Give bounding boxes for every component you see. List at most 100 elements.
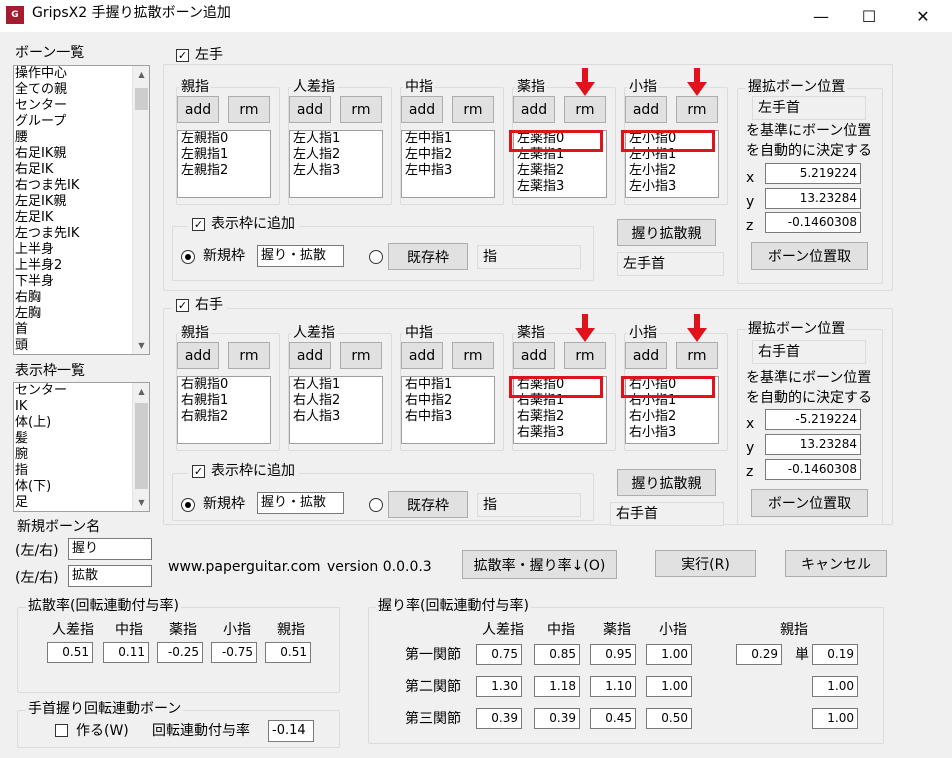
bone-list-item[interactable]: 上半身2 — [14, 258, 131, 274]
grip-rate-thumb-single-input[interactable]: 0.19 — [812, 644, 858, 665]
right-hand-checkbox[interactable]: ✓ — [176, 298, 189, 312]
grip-rate-input[interactable]: 0.95 — [590, 644, 636, 665]
bone-list-item[interactable]: 右つま先IK — [14, 178, 131, 194]
bone-list-item[interactable]: センター — [14, 98, 131, 114]
left-rm-button[interactable]: rm — [676, 96, 718, 123]
grip-rate-input[interactable]: 0.50 — [646, 708, 692, 729]
right-y-input[interactable]: 13.23284 — [765, 434, 861, 455]
right-finger-bone-item[interactable]: 右薬指2 — [514, 409, 606, 425]
bone-list-item[interactable]: 頭 — [14, 338, 131, 354]
left-finger-bone-item[interactable]: 左親指1 — [178, 147, 270, 163]
right-finger-bone-item[interactable]: 右中指2 — [402, 393, 494, 409]
right-finger-bone-item[interactable]: 右薬指3 — [514, 425, 606, 441]
left-grip-parent-button[interactable]: 握り拡散親 — [617, 219, 716, 246]
bone-list-item[interactable]: 右胸 — [14, 290, 131, 306]
right-add-button[interactable]: add — [513, 342, 555, 369]
right-finger-bone-item[interactable]: 右小指2 — [626, 409, 718, 425]
grip-rate-input[interactable]: 0.45 — [590, 708, 636, 729]
grip-rate-input[interactable]: 0.39 — [534, 708, 580, 729]
right-add-button[interactable]: add — [177, 342, 219, 369]
grip-rate-thumb-single-input[interactable]: 1.00 — [812, 676, 858, 697]
left-add-button[interactable]: add — [401, 96, 443, 123]
right-finger-bone-item[interactable]: 右親指2 — [178, 409, 270, 425]
grip-rate-input[interactable]: 1.00 — [646, 676, 692, 697]
frame-list[interactable]: センター IK 体(上) 髪腕指体(下) 足 ▲ ▼ — [13, 382, 150, 512]
left-finger-bone-item[interactable]: 左親指2 — [178, 163, 270, 179]
grip-rate-input[interactable]: 1.00 — [646, 644, 692, 665]
scroll-down-icon[interactable]: ▼ — [133, 337, 149, 354]
maximize-button[interactable]: ☐ — [846, 0, 892, 32]
spread-bone-name-input[interactable]: 拡散 — [68, 565, 152, 587]
right-finger-bone-list[interactable]: 右親指0 右親指1 右親指2 — [177, 376, 271, 444]
right-rm-button[interactable]: rm — [340, 342, 382, 369]
left-add-frame-toggle[interactable]: ✓ 表示枠に追加 — [188, 217, 299, 231]
right-finger-bone-item[interactable]: 右小指3 — [626, 425, 718, 441]
rate-toggle-button[interactable]: 拡散率・握り率↓(O) — [462, 550, 617, 579]
left-get-bone-pos-button[interactable]: ボーン位置取 — [751, 242, 868, 270]
right-finger-bone-item[interactable]: 右親指1 — [178, 393, 270, 409]
cancel-button[interactable]: キャンセル — [785, 550, 887, 577]
bone-list-item[interactable]: 左胸 — [14, 306, 131, 322]
close-button[interactable]: ✕ — [900, 0, 946, 32]
right-new-frame-input[interactable]: 握り・拡散 — [257, 492, 344, 514]
bone-list-item[interactable]: 右足IK — [14, 162, 131, 178]
grip-rate-input[interactable]: 1.30 — [476, 676, 522, 697]
right-get-bone-pos-button[interactable]: ボーン位置取 — [751, 489, 868, 517]
bone-list-item[interactable]: 腰 — [14, 130, 131, 146]
spread-rate-input[interactable]: 0.51 — [47, 642, 93, 663]
left-existing-frame-radio[interactable] — [369, 250, 383, 264]
grip-rate-input[interactable]: 1.10 — [590, 676, 636, 697]
left-finger-bone-item[interactable]: 左親指0 — [178, 131, 270, 147]
right-existing-frame-radio[interactable] — [369, 498, 383, 512]
left-add-button[interactable]: add — [177, 96, 219, 123]
left-rm-button[interactable]: rm — [340, 96, 382, 123]
left-new-frame-radio[interactable] — [181, 250, 195, 264]
left-rm-button[interactable]: rm — [452, 96, 494, 123]
grip-rate-input[interactable]: 0.85 — [534, 644, 580, 665]
left-finger-bone-item[interactable]: 左小指2 — [626, 163, 718, 179]
right-add-button[interactable]: add — [401, 342, 443, 369]
right-finger-bone-item[interactable]: 右親指0 — [178, 377, 270, 393]
bone-list-item[interactable]: 全ての親 — [14, 82, 131, 98]
right-rm-button[interactable]: rm — [564, 342, 606, 369]
bone-list-item[interactable]: 操作中心 — [14, 66, 131, 82]
bone-list-item[interactable]: 下半身 — [14, 274, 131, 290]
left-finger-bone-item[interactable]: 左人指1 — [290, 131, 382, 147]
right-rm-button[interactable]: rm — [228, 342, 270, 369]
spread-rate-input[interactable]: -0.25 — [157, 642, 203, 663]
right-add-button[interactable]: add — [289, 342, 331, 369]
bone-list-item[interactable]: 上半身 — [14, 242, 131, 258]
left-z-input[interactable]: -0.1460308 — [765, 212, 861, 233]
left-finger-bone-item[interactable]: 左薬指3 — [514, 179, 606, 195]
right-rm-button[interactable]: rm — [452, 342, 494, 369]
right-x-input[interactable]: -5.219224 — [765, 409, 861, 430]
right-finger-bone-item[interactable]: 右人指1 — [290, 377, 382, 393]
bone-list-item[interactable]: 右足IK親 — [14, 146, 131, 162]
left-rm-button[interactable]: rm — [228, 96, 270, 123]
bone-list-item[interactable]: 左足IK親 — [14, 194, 131, 210]
left-add-frame-checkbox[interactable]: ✓ — [192, 217, 205, 231]
frame-list-item[interactable]: 指 — [14, 463, 131, 479]
left-hand-toggle[interactable]: ✓ 左手 — [172, 48, 227, 62]
wrist-create-checkbox[interactable] — [55, 724, 68, 737]
right-grip-parent-button[interactable]: 握り拡散親 — [617, 469, 716, 496]
bone-list-item[interactable]: 左足IK — [14, 210, 131, 226]
grip-bone-name-input[interactable]: 握り — [68, 538, 152, 560]
bone-list-scrollbar[interactable]: ▲ ▼ — [132, 66, 149, 354]
right-finger-bone-list[interactable]: 右人指1 右人指2 右人指3 — [289, 376, 383, 444]
left-finger-bone-list[interactable]: 左中指1 左中指2 左中指3 — [401, 130, 495, 198]
bone-list[interactable]: 操作中心 全ての親 センター グループ腰右足IK親 右足IK 右つま先IK 左足IK親 左足I… — [13, 65, 150, 355]
left-finger-bone-item[interactable]: 左人指2 — [290, 147, 382, 163]
left-existing-frame-button[interactable]: 既存枠 — [388, 243, 468, 270]
left-add-button[interactable]: add — [513, 96, 555, 123]
bone-list-item[interactable]: グループ — [14, 114, 131, 130]
left-finger-bone-item[interactable]: 左薬指2 — [514, 163, 606, 179]
scroll-up-icon[interactable]: ▲ — [133, 383, 149, 400]
scroll-down-icon[interactable]: ▼ — [133, 494, 149, 511]
left-finger-bone-item[interactable]: 左人指3 — [290, 163, 382, 179]
grip-rate-thumb-input[interactable]: 0.29 — [736, 644, 782, 665]
spread-rate-input[interactable]: 0.11 — [103, 642, 149, 663]
spread-rate-input[interactable]: -0.75 — [211, 642, 257, 663]
scroll-thumb[interactable] — [135, 88, 148, 110]
left-finger-bone-item[interactable]: 左中指3 — [402, 163, 494, 179]
